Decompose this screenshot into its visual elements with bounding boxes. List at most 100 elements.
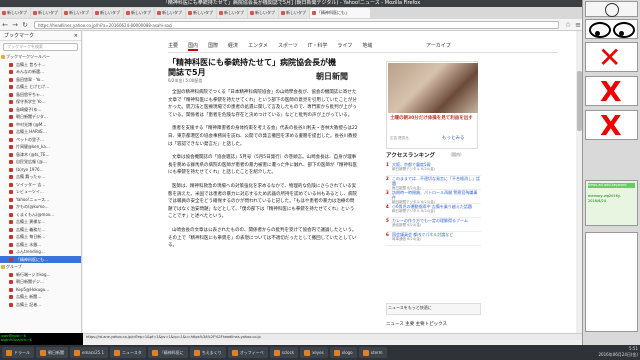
back-icon[interactable]: ← [0,20,10,30]
source-logo[interactable]: 朝日新聞 [316,71,348,82]
taskbar-item[interactable]: ちえまくり [189,347,226,358]
terminal-window[interactable]: user@host:~$ bigin%%ss%%~$ [0,333,83,345]
taskbar-label: xterm [370,350,383,355]
tab[interactable]: 新しいタブ [62,8,92,18]
taskbar-item[interactable]: xlogo [329,347,357,358]
scrollbar-thumb[interactable] [577,71,582,131]
tab[interactable]: 新しいタブ [217,8,247,18]
eye-icon [613,22,635,38]
taskbar-item[interactable]: ドラール [2,347,34,358]
ranking-item[interactable]: 4 小6男児の運動指導中 吉備を乗り越えた話題 朝日新聞デジタル 6/24(金) [386,204,481,218]
bookmark-item[interactable]: ふんtrending… [0,248,81,256]
menu-icon[interactable]: ≡ [573,20,582,30]
bookmark-item[interactable]: Kep5@Hokugu… [0,286,81,294]
taskbar-item[interactable]: オッフィーベ [227,347,268,358]
nav-item[interactable]: IT・科学 [308,41,328,51]
ranking-item[interactable]: 2 このままでは…不適切な発言に「不合格消し」話題 毎日新聞 6/24(金) [386,176,481,190]
bookmark-item[interactable]: 保守系学生 Yo… [0,98,81,106]
ad-more-link[interactable]: もっとみる [442,135,465,141]
bookmark-item[interactable]: 吉備土 HARVE… [0,128,81,136]
bookmark-item[interactable]: ペットの里子… [0,136,81,144]
bookmark-item[interactable]: 中村光博 (@M… [0,121,81,129]
taskbar-item[interactable]: emacs25.1 [70,347,108,358]
ad-title[interactable]: 土曜の朝30分だけ体操を見て利益を出す [390,116,476,122]
bookmark-item[interactable]: 朝日新聞デジタ… [0,113,81,121]
favicon-icon [157,11,161,15]
bookmark-item[interactable]: 「精神科医にも… [0,255,81,263]
bookmark-item[interactable]: 島田悠平ちゃ… [0,91,81,99]
bookmark-item[interactable]: 自民党広報 (@… [0,158,81,166]
bookmark-item[interactable]: 吉備土 義務だ… [0,226,81,234]
tab[interactable]: 新しいタブ [186,8,216,18]
bookmark-item[interactable]: 島田悠翠 - Yo… [0,76,81,84]
nav-item[interactable]: ライフ [337,41,352,51]
rank-title[interactable]: 訪問時一時閉鎖、パトロール再開 警察官殉職事件 [392,190,481,200]
close-icon[interactable]: × [74,31,78,40]
tab[interactable]: 新しいタブ [124,8,154,18]
tab[interactable]: 新しいタブ [31,8,61,18]
nav-item[interactable]: 地域 [362,41,372,51]
bookmark-item[interactable]: 吉備土 水銀… [0,241,81,249]
bookmark-item[interactable]: 新行端~ジホkog… [0,271,81,279]
bookmark-item[interactable]: かもの(@kumo… [0,203,81,211]
ranking-item[interactable]: 6 国会議員会 都内でパネル討論など 時事通信 6/24(金) [386,232,481,246]
tab-label: 新しいタブ [38,10,58,15]
bookmark-item[interactable]: 吉備土 昔ろ十… [0,61,81,69]
bookmark-item[interactable]: くまくもん(@mox… [0,211,81,219]
tab[interactable]: 新しいタブ [93,8,123,18]
tab-label: 新しいタブ [286,10,306,15]
bookmark-item[interactable]: 島崎優子(ゆ… [0,106,81,114]
ranking-item[interactable]: 3 訪問時一時閉鎖、パトロール再開 警察官殉職事件 朝日新聞デジタル 6/24(金) [386,190,481,204]
ad-image[interactable] [388,63,478,113]
forward-icon[interactable]: → [10,20,20,30]
taskbar-item[interactable]: 朝日新聞 [36,347,68,358]
taskbar-item[interactable]: xeyes [300,347,328,358]
tab[interactable]: 新しいタブ [248,8,278,18]
bottom-link[interactable]: ニュース 主要 主要トピックス [386,321,447,327]
bookmark-folder[interactable]: グループ [0,263,81,271]
nav-item[interactable]: 国際 [208,41,218,51]
advertisement[interactable]: 土曜の朝30分だけ体操を見て利益を出す 広告 提供元 もっとみる [386,61,478,149]
bookmark-star-icon[interactable]: ☆ [563,20,573,30]
side-ad[interactable]: ニュースをもっと快適に [386,303,481,315]
reload-icon[interactable]: ↻ [20,20,30,30]
taskbar-item[interactable]: xterm [358,347,387,358]
desktop-right-panel: ✕ X X news-ad-add-keyword memory-wp2016y… [583,0,640,345]
tab[interactable]: 新しいタブ [0,8,30,18]
url-bar[interactable]: https://headlines.yahoo.co.jp/hl?a=20160… [34,20,559,29]
bookmark-item[interactable]: Yahoo!ニュース… [0,196,81,204]
archive-link[interactable]: アーカイブ [426,41,451,51]
tab-active[interactable]: 「精神科医にも」 [310,8,370,18]
scrollbar[interactable] [576,31,582,333]
bookmark-folder[interactable]: ブックマークツールバー [0,53,81,61]
nav-item[interactable]: 経済 [228,41,238,51]
bookmark-item[interactable]: ツイッター 吉… [0,181,81,189]
bookmark-item[interactable]: 片岡健@ken_ka… [0,143,81,151]
bookmark-item[interactable]: 朝日新聞デジ… [0,278,81,286]
taskbar-item[interactable]: sclock [269,347,299,358]
bookmark-item[interactable]: レビューツイ… [0,188,81,196]
taskbar-item[interactable]: 「精神科医に [147,347,188,358]
bookmark-item[interactable]: 吉備土 新聞… [0,293,81,301]
bookmark-item[interactable]: 島津木 (@ts_TE… [0,151,81,159]
tab[interactable]: 新しいタブ [155,8,185,18]
tab[interactable]: 新しいタブ [279,8,309,18]
ranking-item[interactable]: 5 カレーの作り方でも一定の理解得るブーム 産経新聞 6/24(金) [386,218,481,232]
bookmark-item[interactable]: 吉備土 とげとげ… [0,83,81,91]
bookmark-item[interactable]: 吉備 舞ったゃ… [0,173,81,181]
bookmark-item[interactable]: みんなの新選… [0,68,81,76]
app-icon [74,349,80,356]
bookmark-item[interactable]: 吉備土 毎日新… [0,233,81,241]
nav-item[interactable]: スポーツ [278,41,298,51]
bookmark-search-input[interactable]: ブックマークを検索 [3,43,78,51]
nav-item[interactable]: エンタメ [248,41,268,51]
rank-title[interactable]: このままでは…不適切な発言に「不合格消し」話題 [392,176,481,186]
ranking-item[interactable]: 1 大阪、京都で震度5弱 朝日新聞デジタル 6/24(金) [386,162,481,176]
bookmark-item[interactable]: 吉備土 異様な… [0,218,81,226]
nav-item[interactable]: 国内 [188,41,199,51]
bookmark-item[interactable]: 吉備土 記者… [0,301,81,309]
bookmark-item[interactable]: (b)ryo 1976… [0,166,81,174]
nav-item[interactable]: 主要 [168,41,178,51]
taskbar-label: ニュースタ [122,350,142,355]
taskbar-item[interactable]: ニュースタ [110,347,146,358]
